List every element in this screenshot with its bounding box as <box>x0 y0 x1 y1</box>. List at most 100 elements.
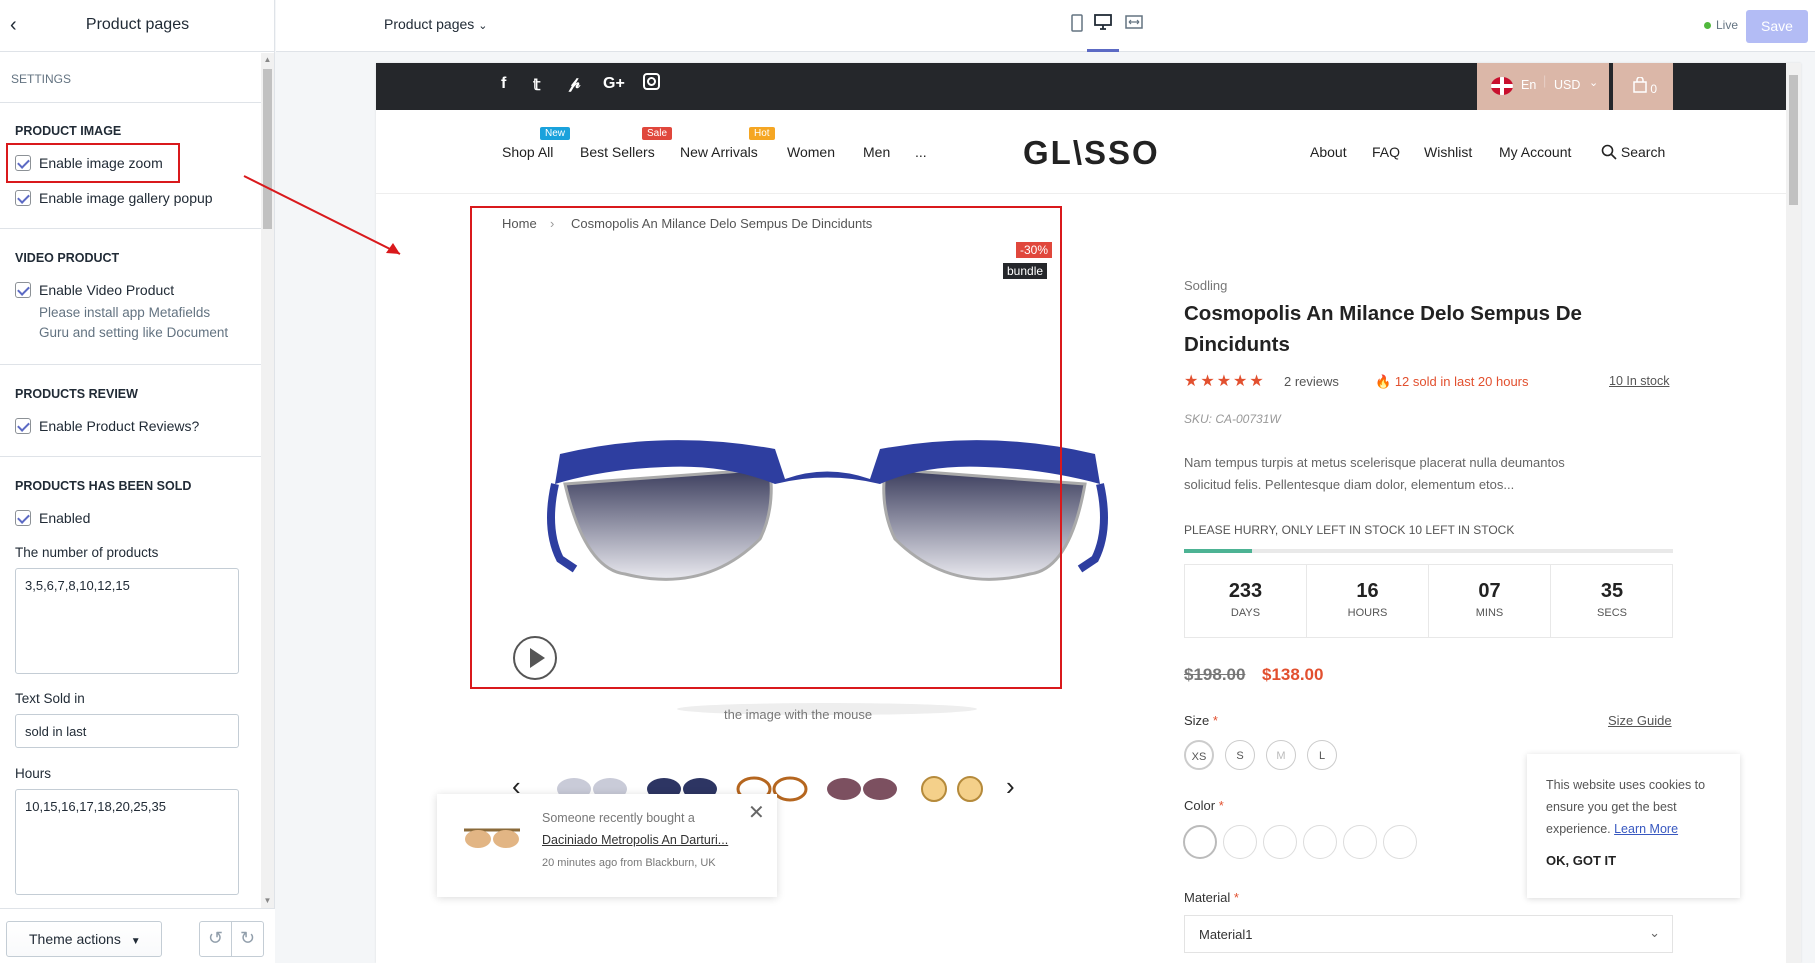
color-swatch-2[interactable] <box>1223 825 1257 859</box>
settings-sidebar: ‹ Product pages SETTINGS PRODUCT IMAGE E… <box>0 0 275 963</box>
product-vendor[interactable]: Sodling <box>1184 278 1227 293</box>
nav-shop-all[interactable]: Shop All <box>502 144 553 160</box>
countdown-hours-label: HOURS <box>1347 607 1388 619</box>
nav-new-arrivals[interactable]: New Arrivals <box>680 144 758 160</box>
sidebar-footer: Theme actions ▼ ↺ ↻ <box>0 908 275 963</box>
chevron-down-icon: ⌄ <box>478 20 488 32</box>
close-icon[interactable]: ✕ <box>748 800 765 825</box>
mobile-view-icon[interactable] <box>1065 14 1089 38</box>
nav-men[interactable]: Men <box>863 144 890 160</box>
save-button[interactable]: Save <box>1746 10 1808 43</box>
theme-actions-button[interactable]: Theme actions ▼ <box>6 921 162 957</box>
discount-badge: -30% <box>1016 242 1053 258</box>
chevron-down-icon: ⌄ <box>1589 77 1599 89</box>
annotation-arrow <box>243 175 401 255</box>
size-label: Size * <box>1184 713 1218 728</box>
page-select-dropdown[interactable]: Product pages ⌄ <box>384 16 487 32</box>
fire-icon: 🔥 <box>1375 374 1392 389</box>
google-plus-icon[interactable]: G+ <box>603 75 625 93</box>
popup-product-thumbnail <box>462 824 522 854</box>
size-option-m[interactable]: M <box>1266 740 1296 770</box>
sidebar-title: Product pages <box>85 16 190 33</box>
cart-count: 0 <box>1650 82 1658 96</box>
undo-icon[interactable]: ↺ <box>199 921 232 957</box>
countdown-secs-value: 35 <box>1600 580 1624 602</box>
material-select[interactable]: Material1 ⌄ <box>1184 915 1673 953</box>
color-swatch-1[interactable] <box>1183 825 1217 859</box>
section-video-product: VIDEO PRODUCT <box>15 251 120 265</box>
instagram-icon[interactable] <box>643 73 660 95</box>
desktop-view-icon[interactable] <box>1091 14 1115 38</box>
product-title: Cosmopolis An Milance Delo Sempus De Din… <box>1184 302 1582 356</box>
enable-video-checkbox[interactable] <box>15 282 31 298</box>
popup-product-link[interactable]: Daciniado Metropolis An Darturi... <box>542 833 728 847</box>
twitter-icon[interactable]: 𝕥 <box>533 75 540 95</box>
size-option-xs[interactable]: XS <box>1184 740 1214 770</box>
nav-wishlist[interactable]: Wishlist <box>1424 144 1472 160</box>
sold-recently-text: 12 sold in last 20 hours <box>1394 374 1529 389</box>
reviews-count[interactable]: 2 reviews <box>1284 374 1339 389</box>
thumbnail-5[interactable] <box>914 775 990 803</box>
store-logo[interactable]: GL\SSO <box>1023 134 1160 172</box>
preview-scrollbar[interactable] <box>1786 63 1801 963</box>
zoom-hint-text: the image with the mouse <box>724 707 873 722</box>
countdown-mins-label: MINS <box>1475 607 1504 619</box>
product-sku: SKU: CA-00731W <box>1184 412 1281 426</box>
bag-icon <box>1633 76 1650 96</box>
number-of-products-textarea[interactable]: 3,5,6,7,8,10,12,15 <box>15 568 239 674</box>
language-currency-selector[interactable]: En | USD ⌄ <box>1477 63 1609 110</box>
countdown-timer: 233 DAYS 16 HOURS 07 MINS 35 SECS <box>1184 564 1673 638</box>
cookie-banner: This website uses cookies to ensure you … <box>1527 754 1740 898</box>
editor-topbar: Product pages ⌄ Live Save <box>276 0 1815 52</box>
nav-about[interactable]: About <box>1310 144 1347 160</box>
enable-reviews-checkbox[interactable] <box>15 418 31 434</box>
required-mark: * <box>1212 713 1218 728</box>
thumbnail-4[interactable] <box>824 775 900 803</box>
play-video-icon[interactable] <box>513 636 557 680</box>
enable-gallery-popup-checkbox[interactable] <box>15 190 31 206</box>
language-label: En <box>1521 78 1537 92</box>
size-option-l[interactable]: L <box>1307 740 1337 770</box>
text-sold-in-input[interactable]: sold in last <box>15 714 239 748</box>
color-label: Color * <box>1184 798 1224 813</box>
color-swatch-3[interactable] <box>1263 825 1297 859</box>
size-option-s[interactable]: S <box>1225 740 1255 770</box>
nav-more[interactable]: ... <box>915 144 927 160</box>
hours-textarea[interactable]: 10,15,16,17,18,20,25,35 <box>15 789 239 895</box>
cookie-accept-button[interactable]: OK, GOT IT <box>1546 853 1616 868</box>
thumb-next-icon[interactable]: › <box>1006 771 1015 802</box>
nav-my-account[interactable]: My Account <box>1499 144 1571 160</box>
color-label-text: Color <box>1184 798 1216 813</box>
nav-best-sellers[interactable]: Best Sellers <box>580 144 655 160</box>
hours-label: Hours <box>15 766 52 781</box>
hurry-text: PLEASE HURRY, ONLY LEFT IN STOCK 10 LEFT… <box>1184 523 1515 537</box>
facebook-icon[interactable]: f <box>501 75 506 93</box>
pinterest-icon[interactable]: 𝓅 <box>569 75 580 93</box>
scroll-down-icon[interactable]: ▼ <box>261 896 274 905</box>
cookie-text: This website uses cookies to ensure you … <box>1546 774 1726 840</box>
recent-purchase-popup[interactable]: Someone recently bought a Daciniado Metr… <box>437 794 777 897</box>
fullwidth-view-icon[interactable] <box>1122 14 1146 38</box>
color-swatch-4[interactable] <box>1303 825 1337 859</box>
color-swatch-5[interactable] <box>1343 825 1377 859</box>
color-swatch-6[interactable] <box>1383 825 1417 859</box>
live-dot-icon <box>1704 22 1711 29</box>
cart-button[interactable]: 0 <box>1613 63 1673 110</box>
enable-reviews-label: Enable Product Reviews? <box>39 418 200 434</box>
countdown-days-value: 233 <box>1228 580 1263 602</box>
product-description: Nam tempus turpis at metus scelerisque p… <box>1184 455 1565 492</box>
nav-faq[interactable]: FAQ <box>1372 144 1400 160</box>
page-select-label: Product pages <box>384 16 475 32</box>
required-mark: * <box>1218 798 1224 813</box>
learn-more-link[interactable]: Learn More <box>1614 822 1678 836</box>
nav-search[interactable]: Search <box>1601 144 1665 160</box>
caret-down-icon: ▼ <box>130 936 141 947</box>
preview-scrollbar-thumb[interactable] <box>1789 75 1798 205</box>
redo-icon[interactable]: ↻ <box>231 921 264 957</box>
size-guide-link[interactable]: Size Guide <box>1608 713 1672 728</box>
countdown-hours-value: 16 <box>1356 580 1379 602</box>
scroll-up-icon[interactable]: ▲ <box>261 55 274 64</box>
uk-flag-icon <box>1491 77 1513 95</box>
nav-women[interactable]: Women <box>787 144 835 160</box>
enable-sold-checkbox[interactable] <box>15 510 31 526</box>
